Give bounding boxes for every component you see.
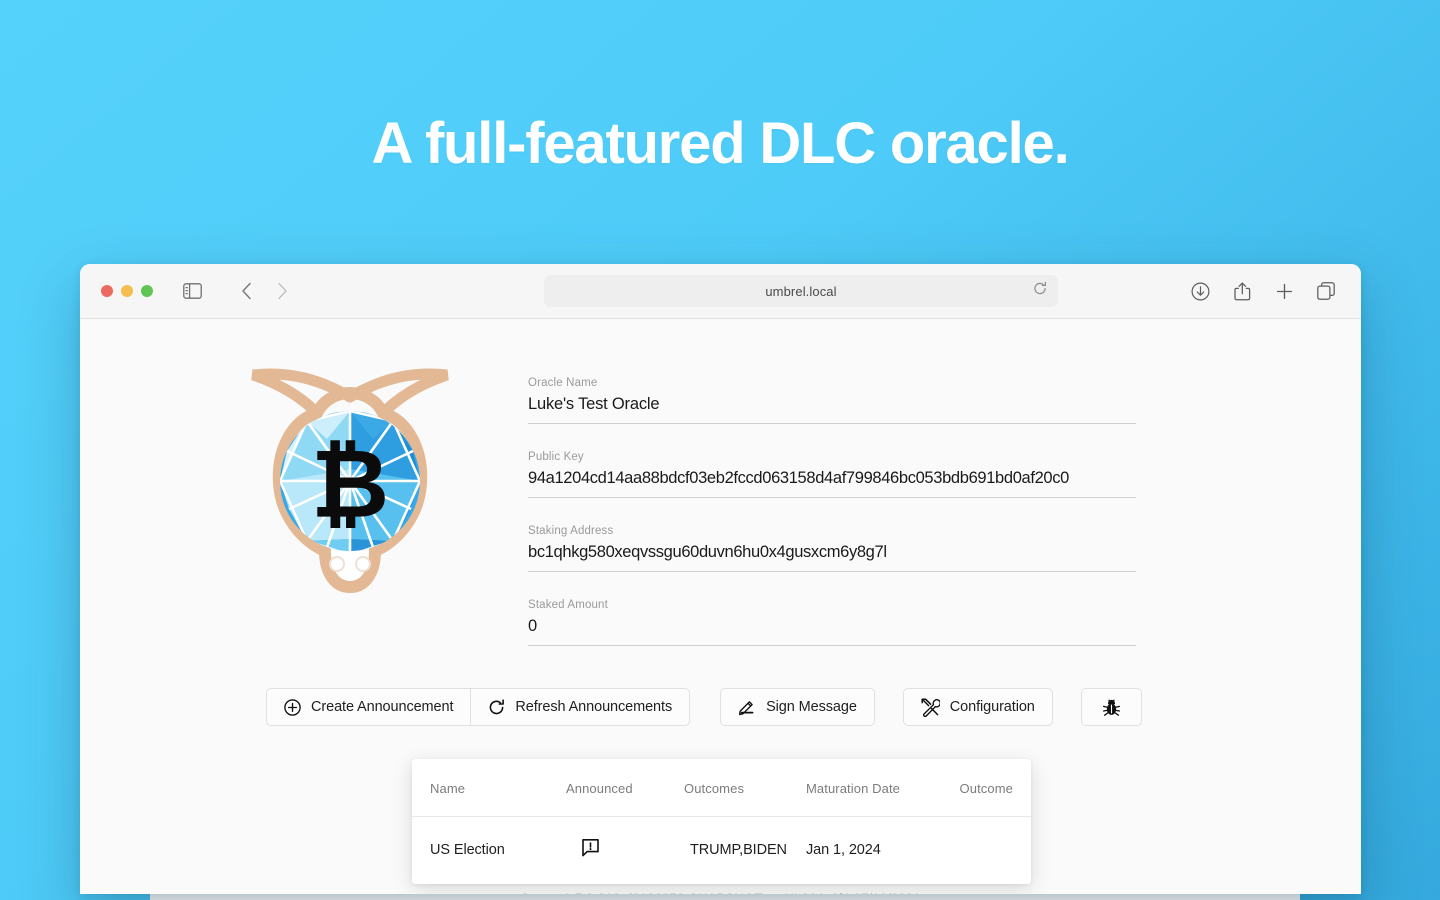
suredbits-bull-bitcoin-logo: ₿ [220,355,480,605]
ui-version: UI 864a9f4 07/10/2021 [784,891,920,894]
announcements-table-card: Name Announced Outcomes Maturation Date … [412,759,1031,884]
maximize-window-button[interactable] [141,285,153,297]
field-label: Staking Address [528,525,614,537]
table-header-row: Name Announced Outcomes Maturation Date … [412,759,1031,817]
refresh-icon [488,698,505,716]
refresh-announcements-label: Refresh Announcements [515,699,673,715]
public-key-value[interactable]: 94a1204cd14aa88bdcf03eb2fccd063158d4af79… [528,469,1136,498]
minimize-window-button[interactable] [121,285,133,297]
refresh-announcements-button[interactable]: Refresh Announcements [471,688,691,726]
column-header-outcomes: Outcomes [670,759,806,817]
page-title: A full-featured DLC oracle. [371,111,1070,176]
tab-overview-icon[interactable] [1313,278,1339,304]
field-label: Oracle Name [528,377,598,389]
field-label: Public Key [528,451,584,463]
column-header-outcome: Outcome [942,759,1031,817]
cell-name: US Election [430,841,505,858]
column-header-name: Name [412,759,552,817]
column-header-maturation-date: Maturation Date [806,759,942,817]
debug-button[interactable] [1080,688,1142,726]
oracle-name-value[interactable]: Luke's Test Oracle [528,395,1136,424]
browser-titlebar: umbrel.local [80,264,1361,319]
action-toolbar: Create Announcement Refresh Announcement… [80,688,1361,726]
window-traffic-lights[interactable] [101,285,153,297]
browser-navigation[interactable] [233,278,295,304]
column-header-announced: Announced [552,759,670,817]
oracle-summary: ₿ Oracle Name Luke's Test Oracle Public … [80,355,1361,646]
field-public-key: Public Key 94a1204cd14aa88bdcf03eb2fccd0… [528,451,1136,498]
hero-section: A full-featured DLC oracle. [0,0,1440,176]
announcements-table: Name Announced Outcomes Maturation Date … [412,759,1031,884]
bug-icon [1102,698,1121,717]
field-label: Staked Amount [528,599,608,611]
sidebar-icon[interactable] [179,278,205,304]
new-tab-icon[interactable] [1271,278,1297,304]
server-version: Server 1.7.0-212-d9126650-SNAPSHOT [520,891,762,894]
staked-amount-value[interactable]: 0 [528,617,1136,646]
url-text: umbrel.local [765,283,837,299]
browser-window: umbrel.local ₿ Oracle Name Luke's Test O… [80,264,1361,894]
field-staked-amount: Staked Amount 0 [528,599,1136,646]
sign-message-label: Sign Message [766,699,857,715]
plus-circle-icon [284,698,301,716]
create-announcement-label: Create Announcement [311,699,454,715]
table-row[interactable]: US Election TRUMP,BIDEN Jan 1, 2024 [412,817,1031,885]
field-oracle-name: Oracle Name Luke's Test Oracle [528,377,1136,424]
download-icon[interactable] [1187,278,1213,304]
cell-outcome [942,817,1031,885]
address-bar[interactable]: umbrel.local [544,275,1058,307]
pencil-icon [738,698,756,716]
app-footer: Server 1.7.0-212-d9126650-SNAPSHOT UI 86… [80,891,1361,894]
cell-announced[interactable] [552,817,670,885]
cell-outcomes: TRUMP,BIDEN [690,841,787,858]
announcement-button-group: Create Announcement Refresh Announcement… [266,688,691,726]
sign-message-button[interactable]: Sign Message [720,688,875,726]
share-icon[interactable] [1229,278,1255,304]
oracle-fields: Oracle Name Luke's Test Oracle Public Ke… [528,355,1136,646]
reload-icon[interactable] [1033,281,1047,301]
forward-arrow-icon[interactable] [269,278,295,304]
staking-address-value[interactable]: bc1qhkg580xeqvssgu60duvn6hu0x4gusxcm6y8g… [528,543,1136,572]
svg-text:₿: ₿ [311,431,389,538]
back-arrow-icon[interactable] [233,278,259,304]
configuration-button[interactable]: Configuration [902,688,1053,726]
announcement-alert-icon [580,839,601,862]
close-window-button[interactable] [101,285,113,297]
browser-toolbar-right[interactable] [1187,278,1343,304]
app-page: ₿ Oracle Name Luke's Test Oracle Public … [80,319,1361,894]
configuration-label: Configuration [949,699,1035,715]
create-announcement-button[interactable]: Create Announcement [266,688,472,726]
tools-icon [921,697,940,717]
field-staking-address: Staking Address bc1qhkg580xeqvssgu60duvn… [528,525,1136,572]
cell-maturation-date: Jan 1, 2024 [806,841,881,858]
